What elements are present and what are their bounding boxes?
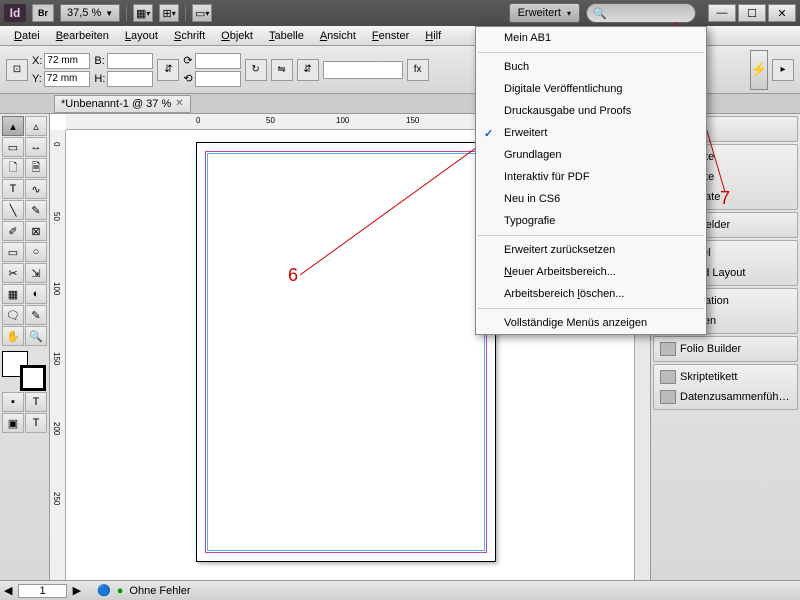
- ws-item-buch[interactable]: Buch: [476, 56, 706, 78]
- menu-tabelle[interactable]: Tabelle: [261, 28, 312, 44]
- note-tool[interactable]: 🗨: [2, 305, 24, 325]
- flip-v-icon[interactable]: ⇵: [297, 59, 319, 81]
- content-placer-tool[interactable]: 🗎: [25, 158, 47, 178]
- app-logo-icon: Id: [4, 4, 26, 22]
- status-bar: ◀1▶ 🔵 ●Ohne Fehler: [0, 580, 800, 600]
- menu-objekt[interactable]: Objekt: [213, 28, 261, 44]
- x-field[interactable]: [44, 53, 90, 69]
- annotation-6: 6: [288, 265, 298, 286]
- panel-data-merge[interactable]: Datenzusammenfüh…: [656, 387, 795, 407]
- ws-item-neu-cs6[interactable]: Neu in CS6: [476, 188, 706, 210]
- menu-fenster[interactable]: Fenster: [364, 28, 417, 44]
- line-tool[interactable]: ╲: [2, 200, 24, 220]
- rect-tool[interactable]: ▭: [2, 242, 24, 262]
- width-field[interactable]: [107, 53, 153, 69]
- pencil-tool[interactable]: ✐: [2, 221, 24, 241]
- y-field[interactable]: [44, 71, 90, 87]
- page: [196, 142, 496, 562]
- screen-mode-icon[interactable]: ⊞▾: [159, 4, 179, 22]
- gradient-swatch-tool[interactable]: ▦: [2, 284, 24, 304]
- selection-tool[interactable]: ▴: [2, 116, 24, 136]
- flip-h-icon[interactable]: ⇋: [271, 59, 293, 81]
- normal-view-tool[interactable]: ▣: [2, 413, 24, 433]
- apply-color-tool[interactable]: ▪: [2, 392, 24, 412]
- rect-frame-tool[interactable]: ⊠: [25, 221, 47, 241]
- gap-tool[interactable]: ↔: [25, 137, 47, 157]
- preview-tool[interactable]: T: [25, 413, 47, 433]
- ws-new[interactable]: Neuer Arbeitsbereich...: [476, 261, 706, 283]
- toolbox: ▴▵ ▭↔ 🗋🗎 T∿ ╲✎ ✐⊠ ▭○ ✂⇲ ▦◐ 🗨✎ ✋🔍 ▪T ▣T: [0, 114, 50, 580]
- search-input[interactable]: 🔍: [586, 3, 696, 23]
- menu-datei[interactable]: Datei: [6, 28, 48, 44]
- annotation-7: 7: [720, 188, 730, 209]
- ws-reset[interactable]: Erweitert zurücksetzen: [476, 239, 706, 261]
- scale-y-field[interactable]: [195, 71, 241, 87]
- gradient-feather-tool[interactable]: ◐: [25, 284, 47, 304]
- collapse-icon[interactable]: ▸: [772, 59, 794, 81]
- fx-icon[interactable]: fx: [407, 59, 429, 81]
- quick-apply-icon[interactable]: ⚡: [750, 50, 768, 90]
- menu-schrift[interactable]: Schrift: [166, 28, 213, 44]
- ws-item-digital[interactable]: Digitale Veröffentlichung: [476, 78, 706, 100]
- scale-x-field[interactable]: [195, 53, 241, 69]
- ws-item-pdf[interactable]: Interaktiv für PDF: [476, 166, 706, 188]
- ellipse-tool[interactable]: ○: [25, 242, 47, 262]
- link-wh-icon[interactable]: ⇵: [157, 59, 179, 81]
- close-button[interactable]: ✕: [768, 4, 796, 22]
- height-field[interactable]: [107, 71, 153, 87]
- ws-item-erweitert[interactable]: ✓Erweitert: [476, 122, 706, 144]
- workspace-menu: Mein AB1 Buch Digitale Veröffentlichung …: [475, 26, 707, 335]
- type-tool[interactable]: T: [2, 179, 24, 199]
- ws-item-mein-ab1[interactable]: Mein AB1: [476, 27, 706, 49]
- bridge-button[interactable]: Br: [32, 4, 54, 22]
- menu-ansicht[interactable]: Ansicht: [312, 28, 364, 44]
- chevron-down-icon: ▾: [567, 9, 571, 18]
- minimize-button[interactable]: —: [708, 4, 736, 22]
- content-collector-tool[interactable]: 🗋: [2, 158, 24, 178]
- apply-none-tool[interactable]: T: [25, 392, 47, 412]
- type-path-tool[interactable]: ∿: [25, 179, 47, 199]
- menu-layout[interactable]: Layout: [117, 28, 166, 44]
- arrange-docs-icon[interactable]: ▭▾: [192, 4, 212, 22]
- pen-tool[interactable]: ✎: [25, 200, 47, 220]
- hand-tool[interactable]: ✋: [2, 326, 24, 346]
- search-icon: 🔍: [593, 7, 607, 20]
- panel-script-label[interactable]: Skriptetikett: [656, 367, 795, 387]
- rotate-icon[interactable]: ↻: [245, 59, 267, 81]
- ruler-vertical: 0 50 100 150 200 250: [50, 130, 66, 580]
- menu-hilfe[interactable]: Hilf: [417, 28, 449, 44]
- view-options-icon[interactable]: ▦▾: [133, 4, 153, 22]
- preflight-status[interactable]: Ohne Fehler: [129, 585, 190, 597]
- maximize-button[interactable]: ☐: [738, 4, 766, 22]
- workspace-dropdown[interactable]: Erweitert▾: [509, 3, 580, 23]
- ws-item-proofs[interactable]: Druckausgabe und Proofs: [476, 100, 706, 122]
- ws-item-typografie[interactable]: Typografie: [476, 210, 706, 232]
- document-tab[interactable]: *Unbenannt-1 @ 37 % ✕: [54, 95, 191, 113]
- swatch-toggle[interactable]: [2, 351, 46, 391]
- ws-delete[interactable]: Arbeitsbereich löschen...: [476, 283, 706, 305]
- ws-item-grundlagen[interactable]: Grundlagen: [476, 144, 706, 166]
- scissors-tool[interactable]: ✂: [2, 263, 24, 283]
- ref-point-icon[interactable]: ⊡: [6, 59, 28, 81]
- close-tab-icon[interactable]: ✕: [175, 98, 183, 109]
- chevron-down-icon: ▼: [105, 9, 113, 18]
- page-tool[interactable]: ▭: [2, 137, 24, 157]
- stroke-weight-field[interactable]: [323, 61, 403, 79]
- direct-selection-tool[interactable]: ▵: [25, 116, 47, 136]
- eyedropper-tool[interactable]: ✎: [25, 305, 47, 325]
- zoom-dropdown[interactable]: 37,5 %▼: [60, 4, 120, 22]
- title-bar: Id Br 37,5 %▼ ▦▾ ⊞▾ ▭▾ Erweitert▾ 🔍 — ☐ …: [0, 0, 800, 26]
- check-icon: ✓: [484, 127, 493, 140]
- ws-full-menus[interactable]: Vollständige Menüs anzeigen: [476, 312, 706, 334]
- zoom-tool[interactable]: 🔍: [25, 326, 47, 346]
- free-transform-tool[interactable]: ⇲: [25, 263, 47, 283]
- page-number[interactable]: 1: [18, 584, 66, 598]
- menu-bearbeiten[interactable]: Bearbeiten: [48, 28, 117, 44]
- panel-folio-builder[interactable]: Folio Builder: [656, 339, 795, 359]
